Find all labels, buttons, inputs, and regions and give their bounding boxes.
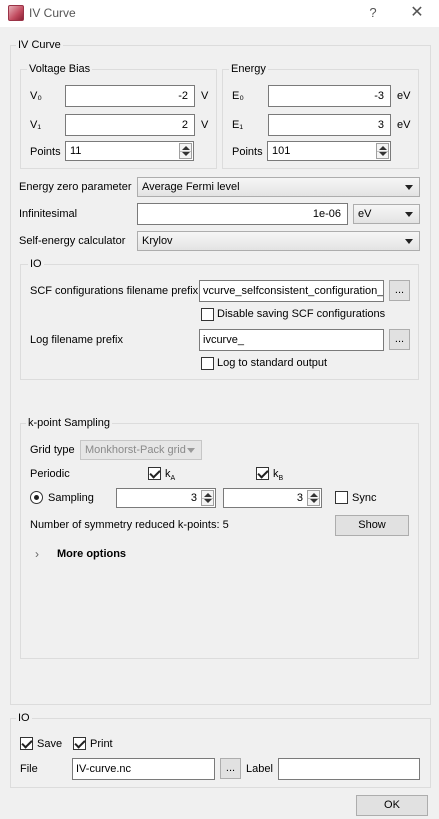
ok-button[interactable]: OK: [356, 795, 428, 816]
more-options-toggle[interactable]: More options: [57, 548, 126, 560]
log-stdout-checkbox[interactable]: [201, 357, 214, 370]
show-button[interactable]: Show: [335, 515, 409, 536]
log-prefix-input[interactable]: ivcurve_: [199, 329, 384, 351]
sync-label: Sync: [352, 492, 377, 504]
reduced-kpoints-label: Number of symmetry reduced k-points: 5: [30, 519, 229, 531]
sampling-a-value: 3: [190, 492, 197, 504]
e1-unit: eV: [397, 119, 411, 131]
sampling-label: Sampling: [48, 492, 94, 504]
app-icon: [8, 5, 24, 21]
sync-checkbox[interactable]: [335, 491, 348, 504]
v0-input[interactable]: -2: [65, 85, 195, 107]
periodic-label: Periodic: [30, 468, 70, 480]
log-stdout-label: Log to standard output: [217, 357, 328, 369]
sampling-a-spinbox[interactable]: 3: [116, 488, 216, 508]
infinitesimal-unit-select[interactable]: eV: [353, 204, 420, 224]
self-energy-value: Krylov: [142, 235, 173, 247]
e1-label: E₁: [232, 119, 244, 131]
kb-checkbox[interactable]: [256, 467, 269, 480]
sampling-b-value: 3: [296, 492, 303, 504]
print-checkbox[interactable]: [73, 737, 86, 750]
e0-unit: eV: [397, 90, 411, 102]
chevron-right-icon[interactable]: ›: [35, 547, 39, 561]
chevron-down-icon: [405, 239, 413, 244]
infinitesimal-unit-value: eV: [358, 208, 372, 220]
spin-arrows-icon[interactable]: [376, 143, 389, 159]
file-browse-button[interactable]: ...: [220, 758, 241, 779]
infinitesimal-input[interactable]: 1e-06: [137, 203, 348, 225]
log-browse-button[interactable]: ...: [389, 329, 410, 350]
voltage-points-value: 11: [70, 145, 82, 157]
chevron-down-icon: [405, 185, 413, 190]
energy-points-value: 101: [272, 145, 291, 157]
energy-points-spinbox[interactable]: 101: [267, 141, 391, 161]
e0-input[interactable]: -3: [268, 85, 391, 107]
e1-input[interactable]: 3: [268, 114, 391, 136]
e0-label: E₀: [232, 90, 244, 102]
disable-scf-label: Disable saving SCF configurations: [217, 308, 386, 320]
kb-label: kB: [273, 468, 284, 483]
energy-title: Energy: [229, 63, 268, 75]
close-icon[interactable]: ✕: [405, 3, 429, 23]
v0-unit: V: [201, 90, 209, 102]
log-prefix-label: Log filename prefix: [30, 334, 123, 346]
grid-type-value: Monkhorst-Pack grid: [85, 444, 186, 456]
energy-points-label: Points: [232, 146, 263, 158]
infinitesimal-label: Infinitesimal: [19, 208, 78, 220]
disable-scf-checkbox[interactable]: [201, 308, 214, 321]
save-checkbox[interactable]: [20, 737, 33, 750]
v1-input[interactable]: 2: [65, 114, 195, 136]
voltage-points-label: Points: [30, 146, 61, 158]
file-label: File: [20, 763, 38, 775]
grid-type-label: Grid type: [30, 444, 75, 456]
help-button[interactable]: ?: [362, 3, 384, 23]
energy-zero-select[interactable]: Average Fermi level: [137, 177, 420, 197]
sampling-b-spinbox[interactable]: 3: [223, 488, 322, 508]
spin-arrows-icon[interactable]: [179, 143, 192, 159]
v0-label: V₀: [30, 90, 42, 102]
iv-curve-group-title: IV Curve: [16, 39, 63, 51]
grid-type-select[interactable]: Monkhorst-Pack grid: [80, 440, 202, 460]
energy-zero-value: Average Fermi level: [142, 181, 240, 193]
kpoint-group-title: k-point Sampling: [26, 417, 112, 429]
print-label: Print: [90, 738, 113, 750]
ka-label: kA: [165, 468, 176, 483]
v1-label: V₁: [30, 119, 42, 131]
file-input[interactable]: IV-curve.nc: [72, 758, 215, 780]
title-bar: IV Curve ? ✕: [0, 0, 439, 27]
scf-prefix-label: SCF configurations filename prefix: [30, 285, 199, 297]
chevron-down-icon: [187, 448, 195, 453]
voltage-points-spinbox[interactable]: 11: [65, 141, 194, 161]
scf-browse-button[interactable]: ...: [389, 280, 410, 301]
chevron-down-icon: [405, 212, 413, 217]
self-energy-select[interactable]: Krylov: [137, 231, 420, 251]
voltage-bias-title: Voltage Bias: [27, 63, 93, 75]
io-group-title: IO: [28, 258, 44, 270]
v1-unit: V: [201, 119, 209, 131]
spin-arrows-icon[interactable]: [201, 490, 214, 506]
self-energy-label: Self-energy calculator: [19, 235, 126, 247]
ka-checkbox[interactable]: [148, 467, 161, 480]
sampling-radio[interactable]: [30, 491, 43, 504]
save-label: Save: [37, 738, 63, 750]
label-input[interactable]: [278, 758, 420, 780]
window-title: IV Curve: [29, 6, 76, 20]
spin-arrows-icon[interactable]: [307, 490, 320, 506]
energy-zero-label: Energy zero parameter: [19, 181, 132, 193]
output-io-title: IO: [16, 712, 32, 724]
label-label: Label: [246, 763, 273, 775]
scf-prefix-input[interactable]: vcurve_selfconsistent_configuration_: [199, 280, 384, 302]
